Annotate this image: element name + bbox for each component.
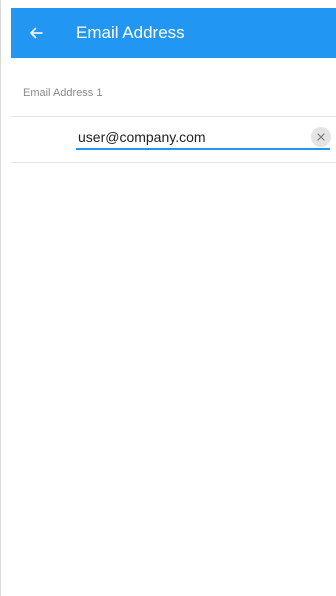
email-field[interactable] (76, 126, 330, 150)
page-title: Email Address (76, 23, 185, 42)
back-button[interactable] (23, 16, 49, 50)
close-icon (317, 133, 325, 141)
email-section-label: Email Address 1 (23, 87, 103, 99)
app-bar: Email Address (11, 8, 336, 58)
arrow-left-icon (30, 27, 43, 39)
divider-bottom (11, 162, 336, 163)
clear-input-button[interactable] (311, 127, 331, 147)
divider-top (11, 116, 336, 117)
screen: Email Address Email Address 1 (0, 0, 336, 596)
